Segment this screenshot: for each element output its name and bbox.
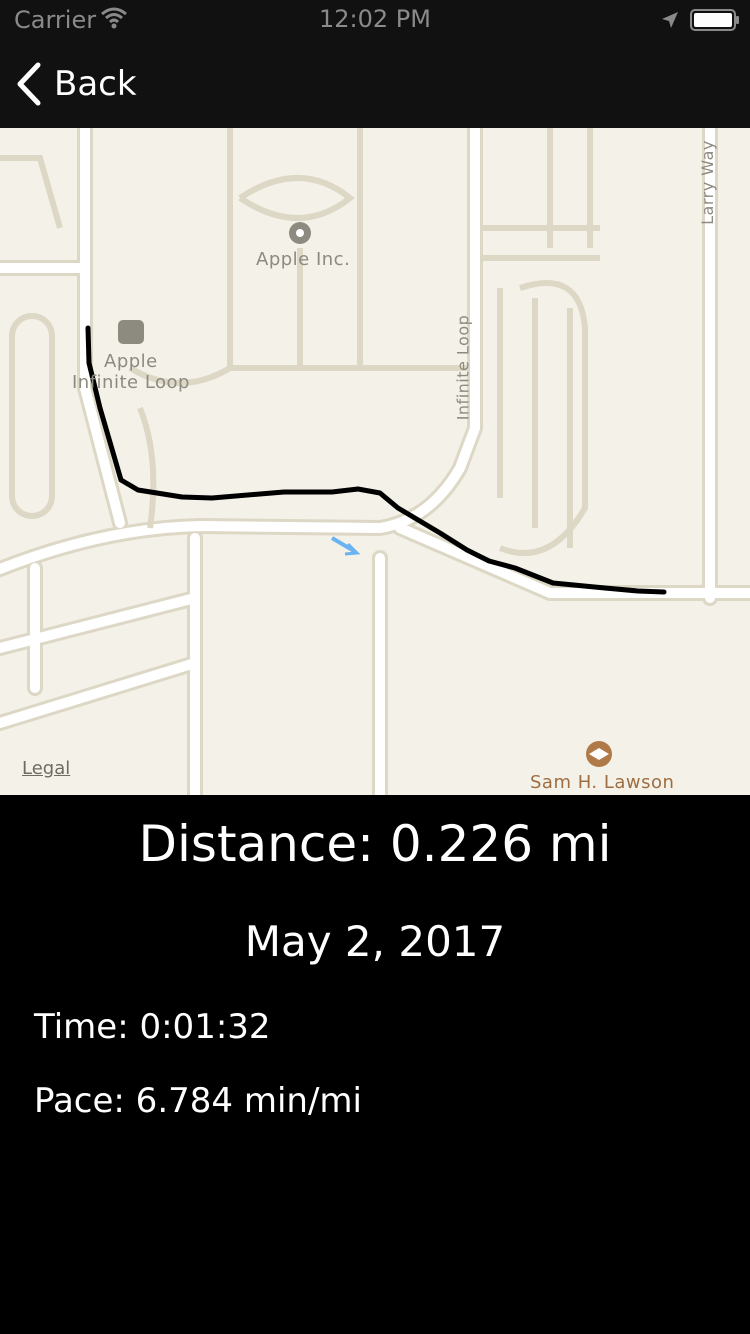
date-label: May 2, 2017: [244, 917, 506, 966]
apple-label-line2: Infinite Loop: [72, 372, 190, 393]
route-map[interactable]: Apple Inc. Apple Infinite Loop Infinite …: [0, 128, 750, 795]
map-canvas: [0, 128, 750, 795]
navigation-bar: Back: [0, 40, 750, 128]
chevron-left-icon: [17, 62, 41, 106]
pace-label: Pace: 6.784 min/mi: [34, 1081, 362, 1121]
apple-label-line1: Apple: [104, 351, 158, 372]
time-label: Time: 0:01:32: [34, 1007, 271, 1047]
status-bar: Carrier 12:02 PM: [0, 0, 750, 40]
school-label: Sam H. Lawson: [530, 772, 675, 793]
status-time: 12:02 PM: [319, 5, 431, 33]
infinite-loop-road-label: Infinite Loop: [453, 314, 473, 421]
apple-inc-label: Apple Inc.: [256, 249, 351, 270]
battery-icon: [690, 9, 739, 31]
apple-poi-icon: [118, 320, 144, 344]
distance-label: Distance: 0.226 mi: [138, 815, 612, 873]
back-button[interactable]: Back: [14, 58, 137, 110]
location-arrow-icon: [662, 12, 678, 28]
larry-way-label: Larry Way: [697, 140, 717, 225]
back-label: Back: [54, 64, 137, 104]
legal-link[interactable]: Legal: [22, 758, 70, 779]
